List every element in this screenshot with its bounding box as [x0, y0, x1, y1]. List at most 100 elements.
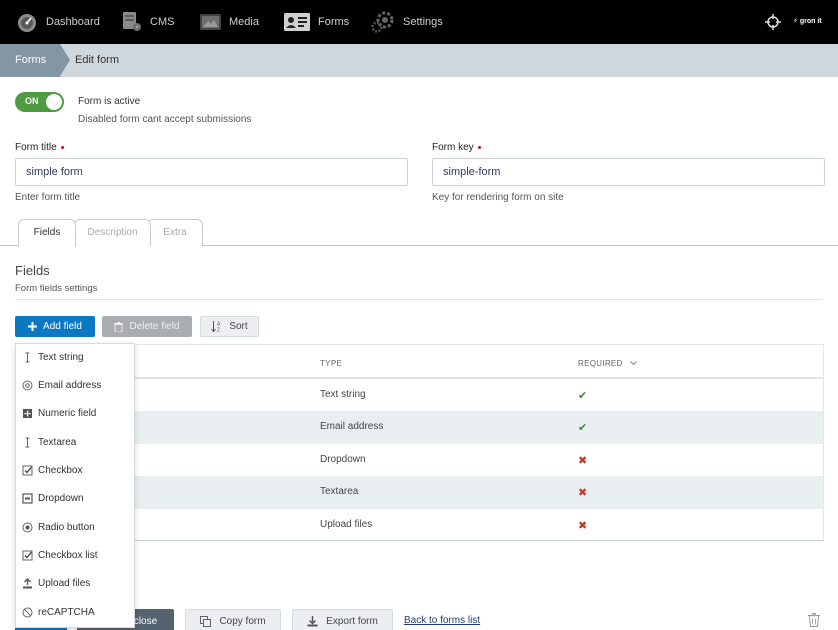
- menu-item-text-string[interactable]: Text string: [16, 344, 134, 372]
- checkbox-icon: [22, 550, 33, 561]
- form-title-hint: Enter form title: [15, 192, 81, 203]
- trash-icon: [114, 321, 124, 332]
- forms-idcard-icon: [284, 13, 310, 31]
- column-header-type[interactable]: TYPE: [320, 359, 342, 368]
- table-row[interactable]: Text string ✔: [16, 379, 823, 412]
- section-subtitle: Form fields settings: [15, 283, 98, 294]
- menu-item-label: Email address: [38, 380, 102, 391]
- plus-box-icon: [22, 408, 33, 419]
- row-type: Text string: [320, 389, 366, 400]
- menu-item-dropdown[interactable]: Dropdown: [16, 485, 134, 513]
- menu-item-checkbox[interactable]: Checkbox: [16, 457, 134, 485]
- export-form-label: Export form: [326, 615, 378, 627]
- section-divider: [15, 299, 823, 300]
- section-title: Fields: [15, 263, 50, 278]
- breadcrumb: Forms Edit form: [0, 44, 838, 77]
- table-row[interactable]: Upload files ✖: [16, 509, 823, 542]
- menu-item-label: Upload files: [38, 578, 91, 589]
- not-required-cross-icon: ✖: [578, 455, 588, 467]
- required-check-icon: ✔: [578, 422, 588, 434]
- form-title-label: Form title •: [15, 142, 65, 154]
- menu-item-numeric-field[interactable]: Numeric field: [16, 400, 134, 428]
- not-required-cross-icon: ✖: [578, 520, 588, 532]
- nav-settings[interactable]: Settings: [371, 0, 443, 44]
- form-key-label-text: Form key: [432, 142, 474, 153]
- crosshair-icon[interactable]: [765, 14, 781, 30]
- settings-gear-icon: [371, 11, 394, 33]
- sort-button[interactable]: A Z Sort: [200, 316, 259, 337]
- menu-item-textarea[interactable]: Textarea: [16, 429, 134, 457]
- form-active-title: Form is active: [78, 96, 141, 107]
- fields-table: TYPE REQUIRED Text string ✔ Email addres…: [15, 344, 824, 541]
- plus-icon: [28, 322, 38, 331]
- toggle-state-label: ON: [25, 96, 39, 106]
- breadcrumb-current: Edit form: [75, 54, 120, 66]
- sort-label: Sort: [229, 321, 248, 332]
- download-icon: [307, 615, 318, 626]
- nav-forms[interactable]: Forms: [284, 0, 349, 44]
- save-and-close-label: close: [133, 615, 158, 627]
- nav-label-settings: Settings: [403, 16, 443, 28]
- nav-media[interactable]: Media: [200, 0, 259, 44]
- menu-item-label: Checkbox list: [38, 550, 98, 561]
- top-nav: Dashboard CMS Media Forms Settings ⚡ gro…: [0, 0, 838, 44]
- row-type: Textarea: [320, 486, 359, 497]
- tab-description[interactable]: Description: [74, 219, 151, 246]
- table-row[interactable]: Dropdown ✖: [16, 444, 823, 477]
- form-active-description: Disabled form cant accept submissions: [78, 114, 252, 125]
- menu-item-label: Radio button: [38, 522, 95, 533]
- dashboard-gauge-icon: [18, 14, 36, 32]
- brand-logo[interactable]: ⚡ gron it: [793, 17, 822, 25]
- breadcrumb-forms[interactable]: Forms: [0, 44, 60, 77]
- delete-field-label: Delete field: [129, 321, 180, 332]
- menu-item-checkbox-list[interactable]: Checkbox list: [16, 542, 134, 570]
- svg-text:Z: Z: [217, 328, 220, 333]
- captcha-icon: [22, 607, 33, 618]
- table-row[interactable]: Email address ✔: [16, 411, 823, 444]
- nav-cms[interactable]: CMS: [122, 0, 174, 44]
- copy-form-button[interactable]: Copy form: [185, 609, 281, 630]
- column-header-required[interactable]: REQUIRED: [578, 359, 638, 368]
- column-header-required-label: REQUIRED: [578, 359, 623, 368]
- form-title-input[interactable]: [15, 158, 408, 186]
- required-marker: •: [60, 142, 65, 154]
- delete-field-button[interactable]: Delete field: [102, 316, 192, 337]
- dropdown-box-icon: [22, 493, 33, 504]
- nav-label-dashboard: Dashboard: [46, 16, 100, 28]
- menu-item-email-address[interactable]: Email address: [16, 372, 134, 400]
- add-field-label: Add field: [43, 321, 82, 332]
- required-marker: •: [477, 142, 482, 154]
- radio-icon: [22, 522, 33, 533]
- breadcrumb-arrow: [60, 44, 70, 76]
- menu-item-recaptcha[interactable]: reCAPTCHA: [16, 599, 134, 627]
- form-key-input[interactable]: [432, 158, 825, 186]
- add-field-menu: Text string Email address Numeric field …: [15, 343, 135, 628]
- menu-item-label: reCAPTCHA: [38, 607, 95, 618]
- delete-form-icon[interactable]: [808, 613, 820, 627]
- tab-extra[interactable]: Extra: [147, 219, 203, 246]
- chevron-down-icon: [630, 361, 638, 366]
- menu-item-label: Dropdown: [38, 493, 84, 504]
- cms-document-icon: [123, 12, 141, 31]
- form-title-label-text: Form title: [15, 142, 57, 153]
- sort-icon: A Z: [211, 321, 221, 333]
- menu-item-radio-button[interactable]: Radio button: [16, 514, 134, 542]
- upload-icon: [22, 578, 33, 589]
- form-key-label: Form key •: [432, 142, 482, 154]
- table-row[interactable]: Textarea ✖: [16, 476, 823, 509]
- form-active-toggle[interactable]: ON: [15, 92, 64, 112]
- menu-item-upload-files[interactable]: Upload files: [16, 570, 134, 598]
- export-form-button[interactable]: Export form: [292, 609, 393, 630]
- checkbox-icon: [22, 465, 33, 476]
- required-check-icon: ✔: [578, 390, 588, 402]
- nav-dashboard[interactable]: Dashboard: [16, 0, 100, 44]
- nav-label-cms: CMS: [150, 16, 175, 28]
- add-field-button[interactable]: Add field: [15, 316, 95, 337]
- menu-item-label: Numeric field: [38, 408, 97, 419]
- not-required-cross-icon: ✖: [578, 487, 588, 499]
- at-sign-icon: [22, 380, 33, 391]
- menu-item-label: Checkbox: [38, 465, 83, 476]
- row-type: Email address: [320, 421, 384, 432]
- tab-fields[interactable]: Fields: [18, 219, 76, 247]
- back-to-forms-link[interactable]: Back to forms list: [404, 615, 480, 626]
